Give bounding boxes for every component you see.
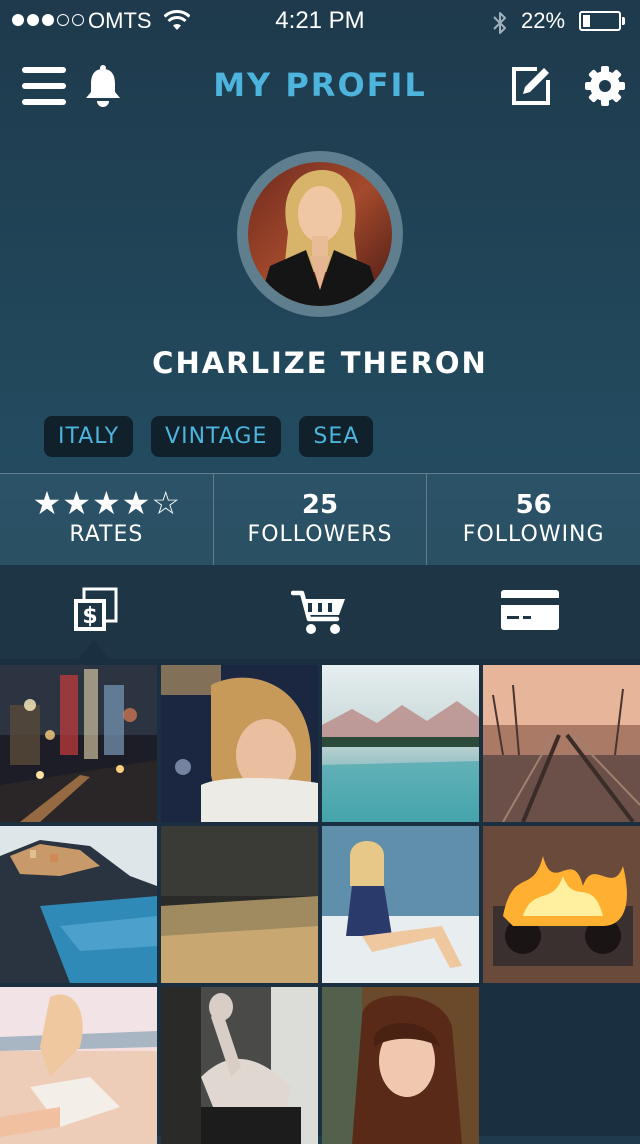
tag-vintage[interactable]: VINTAGE (151, 416, 282, 457)
battery-percent: 22% (521, 8, 566, 33)
photo-city-street-night[interactable] (0, 665, 157, 822)
following-label: FOLLOWING (462, 522, 605, 547)
photo-railway-tracks[interactable] (483, 665, 640, 822)
cart-icon (290, 590, 345, 634)
tag-sea[interactable]: SEA (299, 416, 374, 457)
avatar-ring (237, 151, 403, 317)
tab-payment[interactable] (501, 590, 559, 634)
photo-woman-brunette-portrait[interactable] (322, 987, 479, 1144)
settings-button[interactable] (585, 66, 625, 110)
photo-grid (0, 659, 640, 1144)
photo-coastal-village[interactable] (0, 826, 157, 983)
battery-icon (579, 11, 621, 31)
photo-tattooed-woman[interactable] (161, 987, 318, 1144)
selected-tab-indicator (78, 640, 110, 660)
following-count: 56 (515, 490, 552, 520)
edit-icon (512, 67, 550, 105)
rating-stars: ★ ★ ★ ★ ☆ (0, 486, 213, 520)
photo-woman-on-beach[interactable] (0, 987, 157, 1144)
profile-name: CHARLIZE THERON (152, 346, 488, 380)
photo-woman-blonde-portrait[interactable] (161, 665, 318, 822)
avatar[interactable] (248, 162, 392, 306)
battery-cap (622, 17, 625, 25)
tab-photos[interactable]: $ (72, 587, 118, 637)
gear-icon (585, 66, 625, 106)
status-bar: OMTS 4:21 PM 22% (0, 0, 640, 44)
stats-bar: ★ ★ ★ ★ ☆ RATES 25 FOLLOWERS 56 FOLLOWING (0, 473, 640, 566)
tab-shop[interactable] (290, 589, 347, 639)
star-filled-icon: ★ (32, 484, 62, 522)
followers-label: FOLLOWERS (247, 522, 393, 547)
tag-italy[interactable]: ITALY (44, 416, 134, 457)
photos-money-icon: $ (74, 587, 118, 631)
photo-burning-boombox[interactable] (483, 826, 640, 983)
rates-label: RATES (69, 522, 144, 547)
svg-text:$: $ (82, 604, 97, 629)
star-filled-icon: ★ (62, 484, 91, 522)
battery-level (583, 15, 590, 27)
bluetooth-icon (493, 12, 506, 34)
star-filled-icon: ★ (91, 484, 121, 522)
avatar-image (248, 162, 392, 306)
photo-mountain-lake[interactable] (322, 665, 479, 822)
rates-stat[interactable]: ★ ★ ★ ★ ☆ RATES (0, 474, 213, 566)
photo-woman-sitting-wall[interactable] (322, 826, 479, 983)
star-empty-icon: ☆ (151, 484, 181, 522)
tag-list: ITALY VINTAGE SEA (44, 416, 374, 457)
star-filled-icon: ★ (121, 484, 151, 522)
followers-count: 25 (301, 490, 339, 520)
credit-card-icon (501, 590, 559, 630)
edit-button[interactable] (511, 66, 551, 110)
followers-stat[interactable]: 25 FOLLOWERS (212, 474, 427, 566)
following-stat[interactable]: 56 FOLLOWING (426, 474, 640, 566)
photo-wheat-field[interactable] (161, 826, 318, 983)
